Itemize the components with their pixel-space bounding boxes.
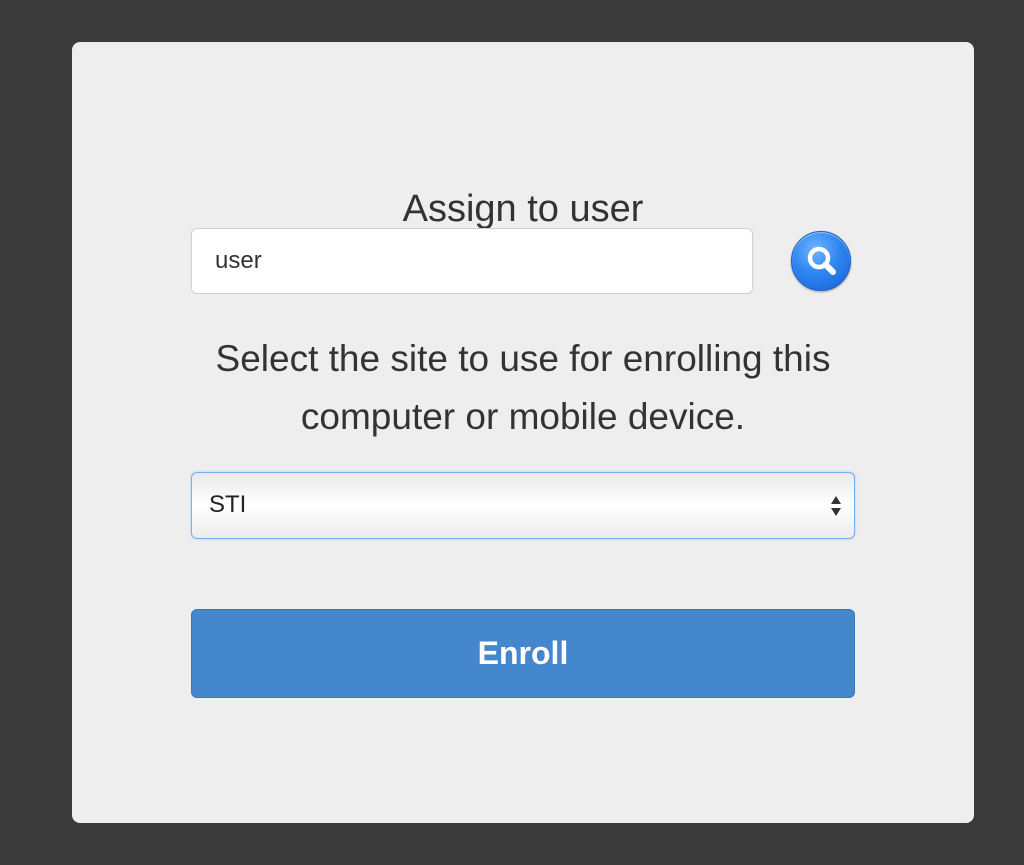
site-instructions-line-1: Select the site to use for enrolling thi… xyxy=(215,338,831,379)
user-search-input[interactable] xyxy=(191,228,753,294)
site-instructions-line-2: computer or mobile device. xyxy=(300,396,746,437)
select-arrows-icon xyxy=(831,496,841,516)
site-select-value: STI xyxy=(209,491,247,518)
search-button[interactable] xyxy=(791,231,851,291)
search-icon xyxy=(807,246,836,275)
enroll-dialog: Assign to user Select the site to use fo… xyxy=(72,42,974,823)
dialog-title: Assign to user xyxy=(402,188,644,230)
site-instructions: Select the site to use for enrolling thi… xyxy=(72,330,974,446)
enroll-button[interactable]: Enroll xyxy=(191,609,855,698)
site-select[interactable]: STI xyxy=(191,472,855,539)
